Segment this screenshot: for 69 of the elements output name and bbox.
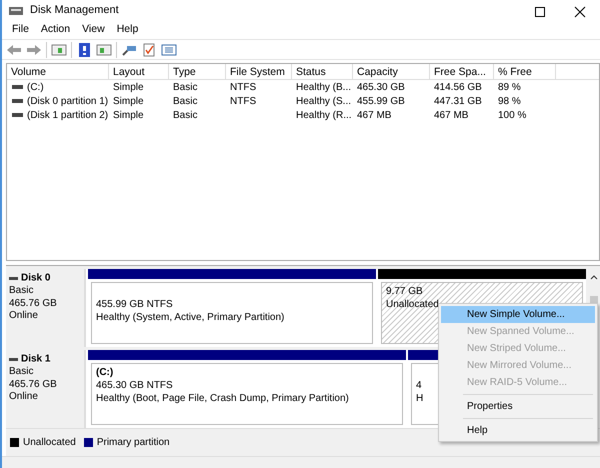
table-cell: 98 %	[498, 96, 521, 107]
disk-info: 465.76 GB	[9, 378, 58, 392]
legend-label: Primary partition	[96, 436, 170, 450]
disk-info: Online	[9, 391, 39, 404]
table-cell: 89 %	[498, 82, 521, 93]
table-cell: Healthy (S...	[296, 96, 352, 107]
column-header[interactable]: Capacity	[353, 64, 430, 80]
table-cell: 100 %	[498, 110, 526, 121]
table-cell: Basic	[173, 110, 198, 121]
table-cell: (Disk 1 partition 2)	[27, 110, 108, 121]
table-cell: 465.30 GB	[357, 82, 405, 93]
menu-item[interactable]: Help	[110, 22, 144, 38]
checklist-icon[interactable]	[141, 42, 157, 57]
forward-icon[interactable]	[26, 42, 42, 57]
back-icon[interactable]	[6, 42, 22, 57]
partition-box[interactable]: 455.99 GB NTFS Healthy (System, Active, Primary Partition)	[91, 282, 373, 344]
disk-name: Disk 1	[21, 354, 50, 365]
column-header[interactable]: Type	[169, 64, 226, 80]
help-icon[interactable]	[76, 42, 92, 57]
menu-item[interactable]: New Simple Volume...	[441, 306, 595, 323]
partition-text: Healthy (System, Active, Primary Partition)	[96, 312, 284, 324]
menu-item[interactable]: Help	[441, 422, 595, 439]
maximize-icon[interactable]	[532, 4, 548, 19]
menu-item[interactable]: Properties	[441, 398, 595, 415]
partition-box[interactable]: (C:) 465.30 GB NTFS Healthy (Boot, Page File, Crash Dump, Primary Partition)	[91, 363, 403, 426]
table-cell: 467 MB	[434, 110, 468, 121]
partition-text: Unallocated	[386, 299, 439, 310]
table-cell: 447.31 GB	[434, 96, 482, 107]
window-title: Disk Management	[30, 3, 119, 18]
column-header[interactable]: Free Spa...	[430, 64, 494, 80]
menu-item[interactable]: File	[6, 22, 35, 38]
column-header[interactable]: File System	[226, 64, 292, 80]
partition-text: 9.77 GB	[386, 286, 423, 298]
table-cell: Healthy (R...	[296, 110, 352, 121]
disk-info: Online	[9, 310, 39, 323]
table-cell: Simple	[113, 82, 144, 93]
table-cell: Simple	[113, 96, 144, 107]
column-header[interactable]: Status	[292, 64, 353, 80]
list-icon[interactable]	[161, 42, 177, 57]
column-header[interactable]: % Free	[494, 64, 556, 80]
table-cell: 467 MB	[357, 110, 392, 121]
table-cell: Simple	[113, 110, 144, 121]
table-cell: NTFS	[230, 96, 256, 107]
partition-text: 465.30 GB NTFS	[96, 380, 173, 392]
table-cell: NTFS	[230, 82, 256, 93]
table-cell: Healthy (B...	[296, 82, 352, 93]
partition-text: H	[416, 393, 424, 404]
partition-text: 4	[416, 380, 422, 392]
partition-text: Healthy (Boot, Page File, Crash Dump, Primary Partition)	[96, 393, 349, 404]
table-cell: (Disk 0 partition 1)	[27, 96, 108, 107]
close-icon[interactable]	[572, 4, 588, 19]
menu-item[interactable]: Action	[34, 22, 76, 38]
disk-info: Basic	[9, 366, 34, 379]
legend-label: Unallocated	[23, 436, 76, 450]
table-cell: Basic	[173, 96, 198, 107]
table-cell: 455.99 GB	[357, 96, 405, 107]
table-cell: Basic	[173, 82, 198, 93]
menu-item[interactable]: View	[76, 22, 111, 38]
panel-icon[interactable]	[96, 42, 112, 57]
partition-title: (C:)	[96, 367, 114, 378]
partition-text: 455.99 GB NTFS	[96, 299, 173, 310]
panel-icon[interactable]	[51, 42, 67, 57]
disk-info: 465.76 GB	[9, 298, 58, 310]
disk-info: Basic	[9, 285, 34, 298]
disk-name: Disk 0	[21, 272, 50, 284]
column-header[interactable]: Layout	[109, 64, 169, 80]
column-header[interactable]: Volume	[7, 64, 109, 80]
table-cell: 414.56 GB	[434, 82, 482, 93]
table-cell: (C:)	[27, 82, 44, 93]
